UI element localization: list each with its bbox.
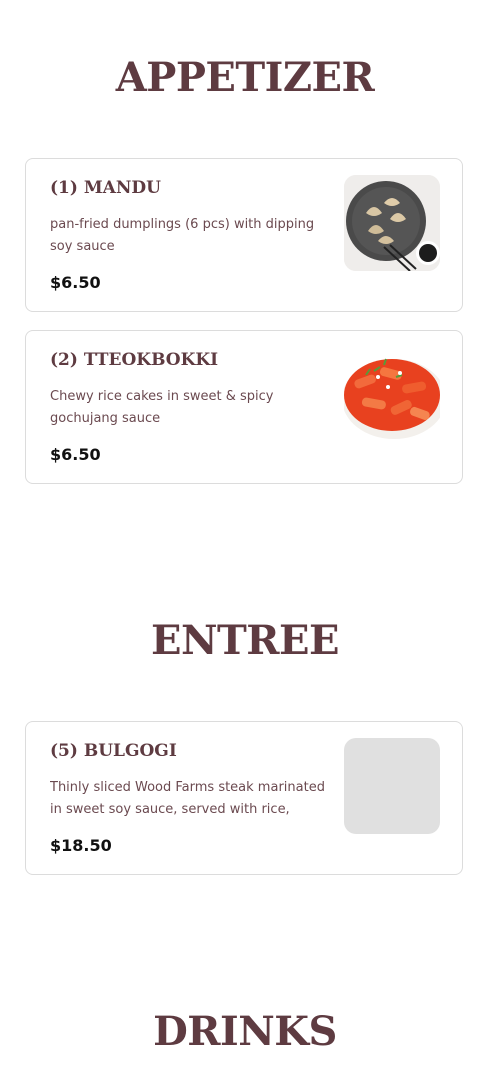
menu-item-description: Chewy rice cakes in sweet & spicy gochuj… — [50, 389, 274, 426]
menu-item-card-mandu[interactable]: (1) MANDU pan-fried dumplings (6 pcs) wi… — [25, 158, 463, 312]
menu-item-price: $6.50 — [50, 273, 101, 292]
menu-item-card-tteokbokki[interactable]: (2) TTEOKBOKKI Chewy rice cakes in sweet… — [25, 330, 463, 484]
menu-item-image-placeholder — [344, 738, 440, 834]
menu-item-description: pan-fried dumplings (6 pcs) with dipping… — [50, 217, 315, 254]
menu-item-price: $6.50 — [50, 445, 101, 464]
menu-item-price: $18.50 — [50, 836, 112, 855]
tteokbokki-photo-icon — [344, 347, 440, 443]
menu-item-image-tteokbokki — [344, 347, 440, 443]
section-title-drinks: DRINKS — [153, 1008, 337, 1055]
section-title-appetizer: APPETIZER — [115, 54, 375, 101]
menu-item-name: (5) BULGOGI — [50, 741, 177, 761]
menu-item-description: Thinly sliced Wood Farms steak marinated… — [50, 780, 325, 817]
menu-item-card-bulgogi[interactable]: (5) BULGOGI Thinly sliced Wood Farms ste… — [25, 721, 463, 875]
menu-item-image-dumplings — [344, 175, 440, 271]
section-title-entree: ENTREE — [150, 617, 340, 664]
menu-item-name: (2) TTEOKBOKKI — [50, 350, 219, 370]
dumplings-photo-icon — [344, 175, 440, 271]
menu-item-name: (1) MANDU — [50, 178, 161, 198]
